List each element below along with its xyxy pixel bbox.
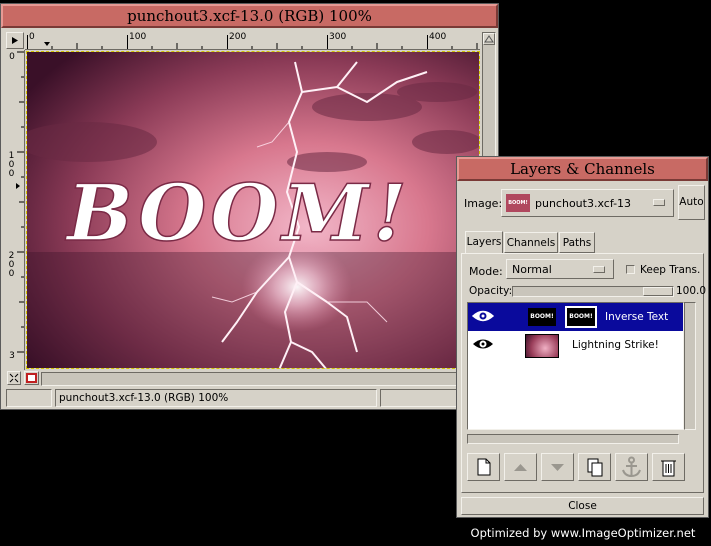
tab-channels[interactable]: Channels: [504, 232, 558, 253]
keep-trans-label: Keep Trans.: [640, 264, 701, 276]
keep-trans-checkbox[interactable]: [626, 265, 635, 274]
raise-layer-button[interactable]: [504, 453, 537, 481]
mode-label: Mode:: [469, 265, 503, 278]
horizontal-scrollbar[interactable]: [41, 372, 480, 386]
quickmask-icon: [26, 373, 37, 383]
tab-paths[interactable]: Paths: [559, 232, 595, 253]
layers-list[interactable]: BOOM! BOOM! Inverse Text Lightning Strik…: [467, 302, 684, 430]
layers-horizontal-scrollbar[interactable]: [467, 434, 679, 444]
dropdown-indicator-icon: [653, 199, 665, 206]
new-layer-icon: [477, 458, 491, 476]
tab-bar: Layers Channels Paths: [465, 231, 695, 254]
auto-button[interactable]: Auto: [678, 185, 705, 220]
layer-thumbnail: BOOM!: [526, 306, 558, 328]
layers-vertical-scrollbar[interactable]: [684, 302, 696, 430]
layers-window-title[interactable]: Layers & Channels: [457, 157, 708, 181]
lower-layer-icon: [551, 464, 564, 471]
layer-name: Lightning Strike!: [572, 339, 659, 351]
eye-icon[interactable]: [472, 309, 494, 323]
boom-text: BOOM!: [65, 168, 411, 259]
image-window: punchout3.xcf-13.0 (RGB) 100% 0 100 200 …: [0, 3, 499, 410]
opacity-slider[interactable]: [512, 286, 674, 297]
quickmask-toggle-button[interactable]: [24, 371, 39, 385]
watermark-text: Optimized by www.ImageOptimizer.net: [470, 526, 696, 540]
image-thumbnail: BOOM!: [506, 194, 530, 212]
horizontal-ruler: 0 100 200 300 400: [25, 32, 480, 50]
anchor-icon: [622, 456, 641, 478]
arrow-up-icon: [484, 35, 494, 43]
zoom-fit-button[interactable]: [7, 371, 21, 385]
ruler-corner-menu-button[interactable]: [6, 32, 24, 49]
eye-icon[interactable]: [472, 337, 494, 351]
duplicate-layer-button[interactable]: [578, 453, 611, 481]
zoom-icon: [9, 373, 19, 383]
delete-layer-button[interactable]: [652, 453, 685, 481]
image-select-dropdown[interactable]: BOOM! punchout3.xcf-13: [501, 189, 674, 217]
opacity-slider-handle[interactable]: [643, 287, 673, 296]
image-window-title[interactable]: punchout3.xcf-13.0 (RGB) 100%: [1, 4, 498, 28]
layer-row-inverse-text[interactable]: BOOM! BOOM! Inverse Text: [468, 303, 683, 331]
trash-icon: [661, 460, 676, 477]
vertical-ruler: 0 100 200 3: [6, 50, 25, 370]
image-select-value: punchout3.xcf-13: [535, 197, 632, 210]
image-label: Image:: [464, 197, 503, 210]
new-layer-button[interactable]: [467, 453, 500, 481]
layer-thumbnail: [525, 334, 559, 358]
arrow-right-icon: [12, 37, 18, 44]
mode-value: Normal: [512, 263, 552, 276]
layer-mask-thumbnail[interactable]: BOOM!: [565, 306, 597, 328]
scroll-up-button[interactable]: [483, 33, 495, 45]
lower-layer-button[interactable]: [541, 453, 574, 481]
image-canvas[interactable]: BOOM!: [26, 51, 480, 369]
lightning-image: BOOM!: [27, 52, 479, 368]
anchor-layer-button[interactable]: [615, 453, 648, 481]
status-text: punchout3.xcf-13.0 (RGB) 100%: [55, 389, 377, 407]
tab-layers[interactable]: Layers: [465, 231, 503, 254]
opacity-label: Opacity:: [469, 285, 513, 297]
opacity-value: 100.0: [676, 285, 707, 297]
dropdown-indicator-icon: [593, 266, 605, 273]
duplicate-layer-icon: [587, 458, 603, 477]
layer-name: Inverse Text: [605, 311, 669, 323]
status-bar: punchout3.xcf-13.0 (RGB) 100%: [6, 389, 495, 407]
layers-panel: Mode: Normal Keep Trans. Opacity: 100.0 …: [461, 253, 707, 493]
layer-row-lightning-strike[interactable]: Lightning Strike!: [468, 331, 683, 359]
layers-channels-window: Layers & Channels Image: BOOM! punchout3…: [456, 156, 709, 518]
cursor-position-field: [6, 389, 52, 407]
raise-layer-icon: [514, 464, 527, 471]
mode-dropdown[interactable]: Normal: [506, 259, 614, 279]
close-button[interactable]: Close: [461, 497, 704, 515]
